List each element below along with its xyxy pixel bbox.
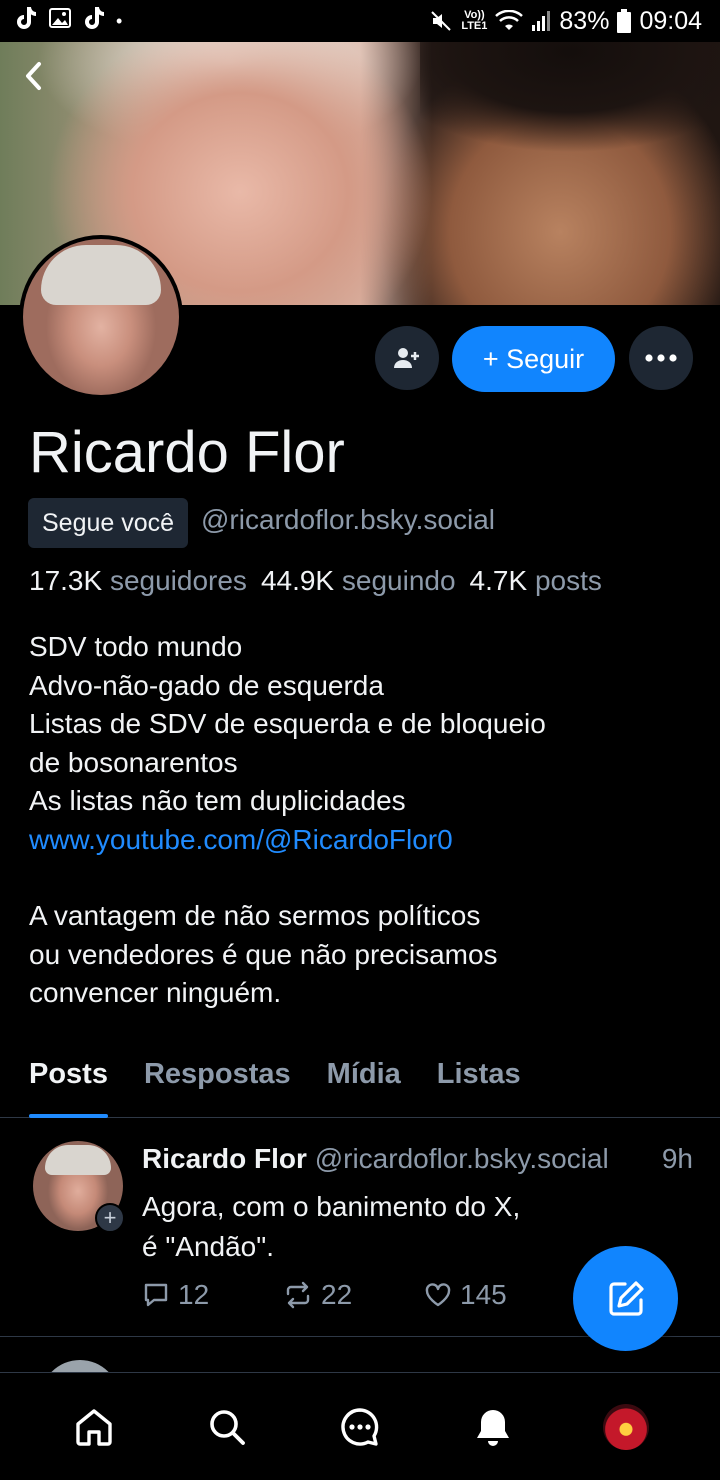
bio-line: A vantagem de não sermos políticos bbox=[29, 900, 481, 931]
wifi-icon bbox=[495, 10, 524, 32]
search-icon bbox=[210, 1409, 246, 1445]
tab-midia[interactable]: Mídia bbox=[327, 1050, 401, 1118]
follow-button-label: + Seguir bbox=[482, 343, 585, 374]
ellipsis-icon bbox=[645, 354, 677, 362]
following-stat[interactable]: 44.9K seguindo bbox=[261, 565, 456, 597]
post-text-line: Agora, com o banimento do X, bbox=[142, 1191, 521, 1222]
bio-line: As listas não tem duplicidades bbox=[29, 785, 406, 816]
post-text-line: é "Andão". bbox=[142, 1231, 274, 1262]
following-label: seguindo bbox=[341, 565, 456, 596]
repost-button[interactable]: 22 bbox=[283, 1279, 424, 1311]
profile-stats: 17.3K seguidores 44.9K seguindo 4.7K pos… bbox=[29, 565, 602, 597]
bio-line: SDV todo mundo bbox=[29, 631, 243, 662]
tab-listas[interactable]: Listas bbox=[437, 1050, 521, 1118]
bio-youtube-link[interactable]: www.youtube.com/@RicardoFlor0 bbox=[29, 821, 669, 860]
banner-photo-detail bbox=[420, 42, 720, 162]
follow-plus-icon[interactable]: + bbox=[95, 1203, 125, 1233]
nav-search[interactable] bbox=[192, 1392, 262, 1462]
next-post-avatar bbox=[40, 1360, 120, 1372]
chevron-left-icon bbox=[26, 62, 41, 90]
repost-arrows-icon bbox=[286, 1281, 310, 1309]
posts-label: posts bbox=[534, 565, 602, 596]
bottom-navigation bbox=[0, 1372, 720, 1480]
home-icon bbox=[76, 1408, 113, 1446]
followers-stat[interactable]: 17.3K seguidores bbox=[29, 565, 247, 597]
profile-tabs: Posts Respostas Mídia Listas bbox=[0, 1050, 720, 1118]
mute-icon bbox=[429, 9, 453, 33]
nav-chat[interactable] bbox=[325, 1392, 395, 1462]
tab-posts[interactable]: Posts bbox=[29, 1050, 108, 1118]
follows-you-badge: Segue você bbox=[28, 498, 189, 548]
battery-icon bbox=[617, 9, 632, 33]
bio-line: Advo-não-gado de esquerda bbox=[29, 669, 384, 701]
bell-icon bbox=[476, 1409, 509, 1446]
profile-avatar[interactable] bbox=[19, 235, 183, 399]
battery-percent: 83% bbox=[559, 6, 610, 35]
like-count: 145 bbox=[460, 1279, 507, 1310]
clock: 09:04 bbox=[639, 6, 702, 35]
post-author-handle[interactable]: @ricardoflor.bsky.social bbox=[315, 1143, 609, 1174]
reply-button[interactable]: 12 bbox=[142, 1279, 283, 1311]
chat-icon bbox=[341, 1407, 379, 1446]
profile-handle: @ricardoflor.bsky.social bbox=[201, 504, 495, 535]
nav-notifications[interactable] bbox=[458, 1392, 528, 1462]
pencil-square-icon bbox=[608, 1280, 644, 1316]
followers-count: 17.3K bbox=[29, 565, 103, 596]
bio-line: ou vendedores é que não precisamos bbox=[29, 938, 498, 970]
post-text: Agora, com o banimento do X, é "Andão". bbox=[142, 1187, 520, 1267]
volte-indicator: Vo)) LTE1 bbox=[461, 10, 487, 32]
heart-icon bbox=[425, 1283, 451, 1307]
person-add-icon bbox=[394, 348, 419, 368]
repost-count: 22 bbox=[321, 1279, 353, 1310]
suggest-follows-button[interactable] bbox=[375, 326, 439, 390]
tiktok-notification-icon bbox=[14, 5, 38, 38]
more-options-button[interactable] bbox=[629, 326, 693, 390]
signal-icon bbox=[531, 10, 551, 32]
display-name: Ricardo Flor bbox=[29, 420, 345, 485]
post-author-name[interactable]: Ricardo Flor bbox=[142, 1143, 307, 1174]
follow-button[interactable]: + Seguir bbox=[452, 326, 615, 392]
followers-label: seguidores bbox=[109, 565, 247, 596]
speech-bubble-icon bbox=[144, 1283, 168, 1307]
bio-line: convencer ninguém. bbox=[29, 977, 282, 1008]
tiktok-notification-icon-2 bbox=[82, 5, 106, 38]
nav-home[interactable] bbox=[59, 1392, 129, 1462]
avatar bbox=[602, 1403, 649, 1450]
bio-line: de bosonarentos bbox=[29, 746, 238, 778]
post-actions: 12 22 145 bbox=[142, 1279, 565, 1311]
profile-bio: SDV todo mundo Advo-não-gado de esquerda… bbox=[29, 628, 669, 1013]
tab-respostas[interactable]: Respostas bbox=[144, 1050, 291, 1118]
nav-profile[interactable] bbox=[591, 1392, 661, 1462]
bio-line: Listas de SDV de esquerda e de bloqueio bbox=[29, 708, 546, 739]
status-bar: • Vo)) LTE1 83% 09:04 bbox=[0, 0, 720, 42]
following-count: 44.9K bbox=[260, 565, 335, 596]
back-button[interactable] bbox=[14, 56, 54, 96]
posts-stat: 4.7K posts bbox=[470, 565, 602, 597]
post-timestamp: 9h bbox=[661, 1143, 693, 1174]
gallery-notification-icon bbox=[48, 6, 72, 37]
reply-count: 12 bbox=[178, 1279, 210, 1310]
posts-count: 4.7K bbox=[469, 565, 528, 596]
like-button[interactable]: 145 bbox=[424, 1279, 565, 1311]
post-header: Ricardo Flor @ricardoflor.bsky.social bbox=[142, 1143, 609, 1175]
compose-button[interactable] bbox=[573, 1246, 678, 1351]
lte-label: LTE1 bbox=[461, 20, 488, 32]
notification-dot-icon: • bbox=[116, 10, 123, 31]
